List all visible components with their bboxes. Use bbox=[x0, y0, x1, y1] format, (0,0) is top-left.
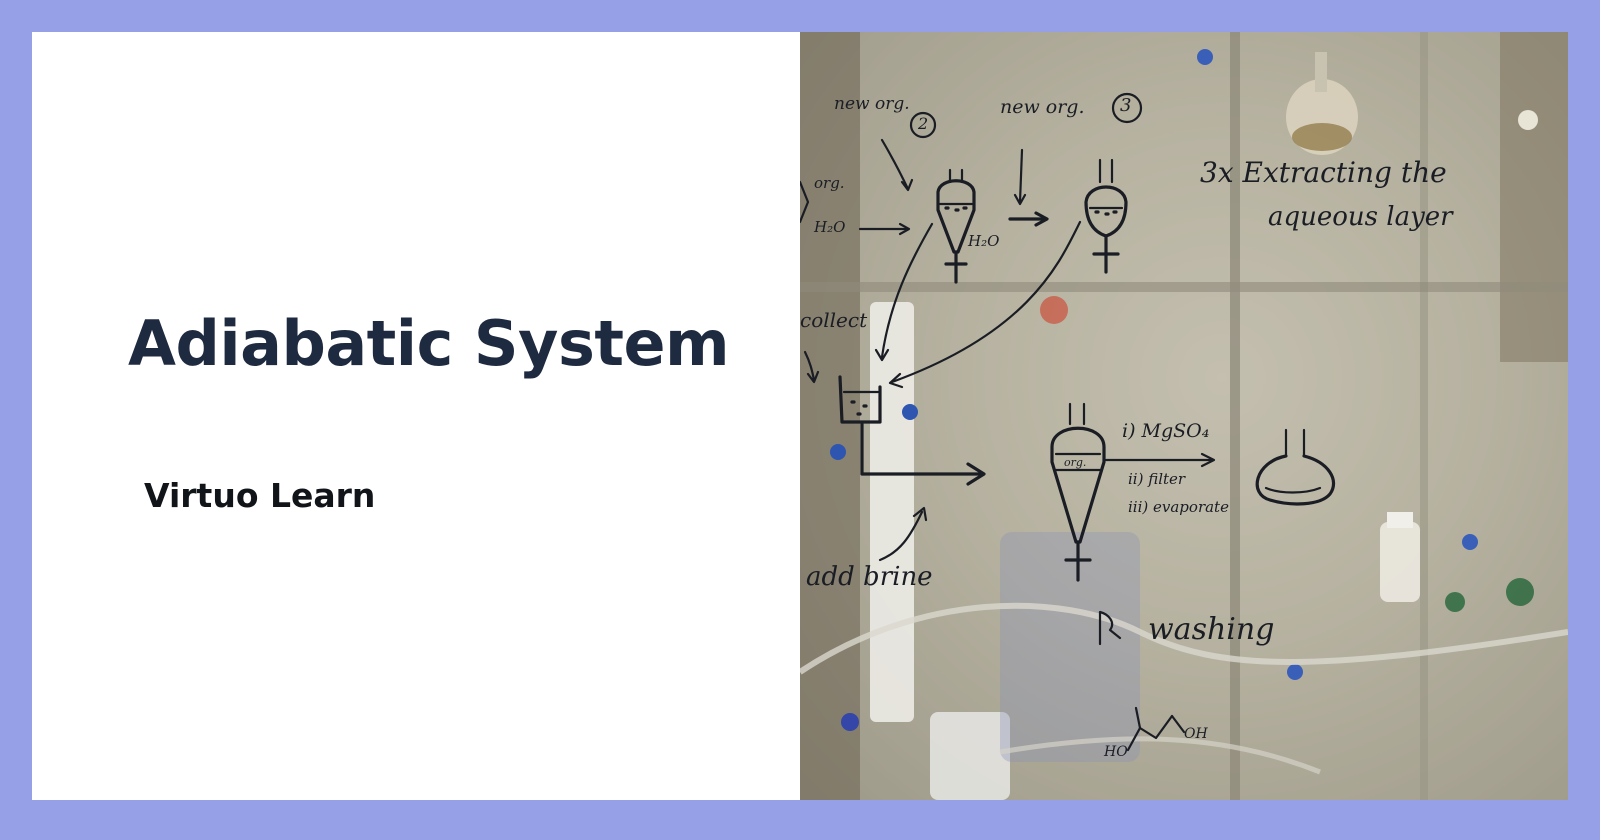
annotation-step-iii: iii) evaporate bbox=[1128, 498, 1229, 516]
annotation-org: org. bbox=[814, 174, 845, 192]
annotation-new-org-3: new org. bbox=[1000, 96, 1085, 118]
annotation-org-funnel: org. bbox=[1064, 456, 1087, 469]
annotation-step-i: i) MgSO₄ bbox=[1122, 420, 1210, 442]
annotation-h2o-mid: H₂O bbox=[968, 232, 1000, 250]
annotation-collect: collect bbox=[800, 308, 868, 332]
annotation-circle-3: 3 bbox=[1120, 95, 1132, 116]
annotation-circle-2: 2 bbox=[918, 114, 929, 133]
annotation-aqueous-layer: aqueous layer bbox=[1268, 202, 1453, 232]
text-panel: Adiabatic System Virtuo Learn bbox=[32, 32, 800, 800]
slide: Adiabatic System Virtuo Learn new org. 2… bbox=[32, 32, 1568, 800]
annotation-h2o-left: H₂O bbox=[814, 218, 846, 236]
annotation-ho: HO bbox=[1104, 744, 1128, 760]
annotation-new-org-2: new org. bbox=[834, 94, 910, 114]
annotation-extracting: 3x Extracting the bbox=[1200, 156, 1447, 189]
annotation-oh: OH bbox=[1184, 726, 1208, 742]
brand-name: Virtuo Learn bbox=[144, 476, 376, 515]
drawing-lines bbox=[800, 92, 1336, 752]
annotation-washing: washing bbox=[1148, 612, 1275, 647]
annotation-step-ii: ii) filter bbox=[1128, 470, 1186, 488]
slide-title: Adiabatic System bbox=[128, 307, 730, 380]
annotation-add-brine: add brine bbox=[806, 562, 933, 592]
lab-photo: new org. 2 new org. 3 3x Extracting the … bbox=[800, 32, 1568, 800]
